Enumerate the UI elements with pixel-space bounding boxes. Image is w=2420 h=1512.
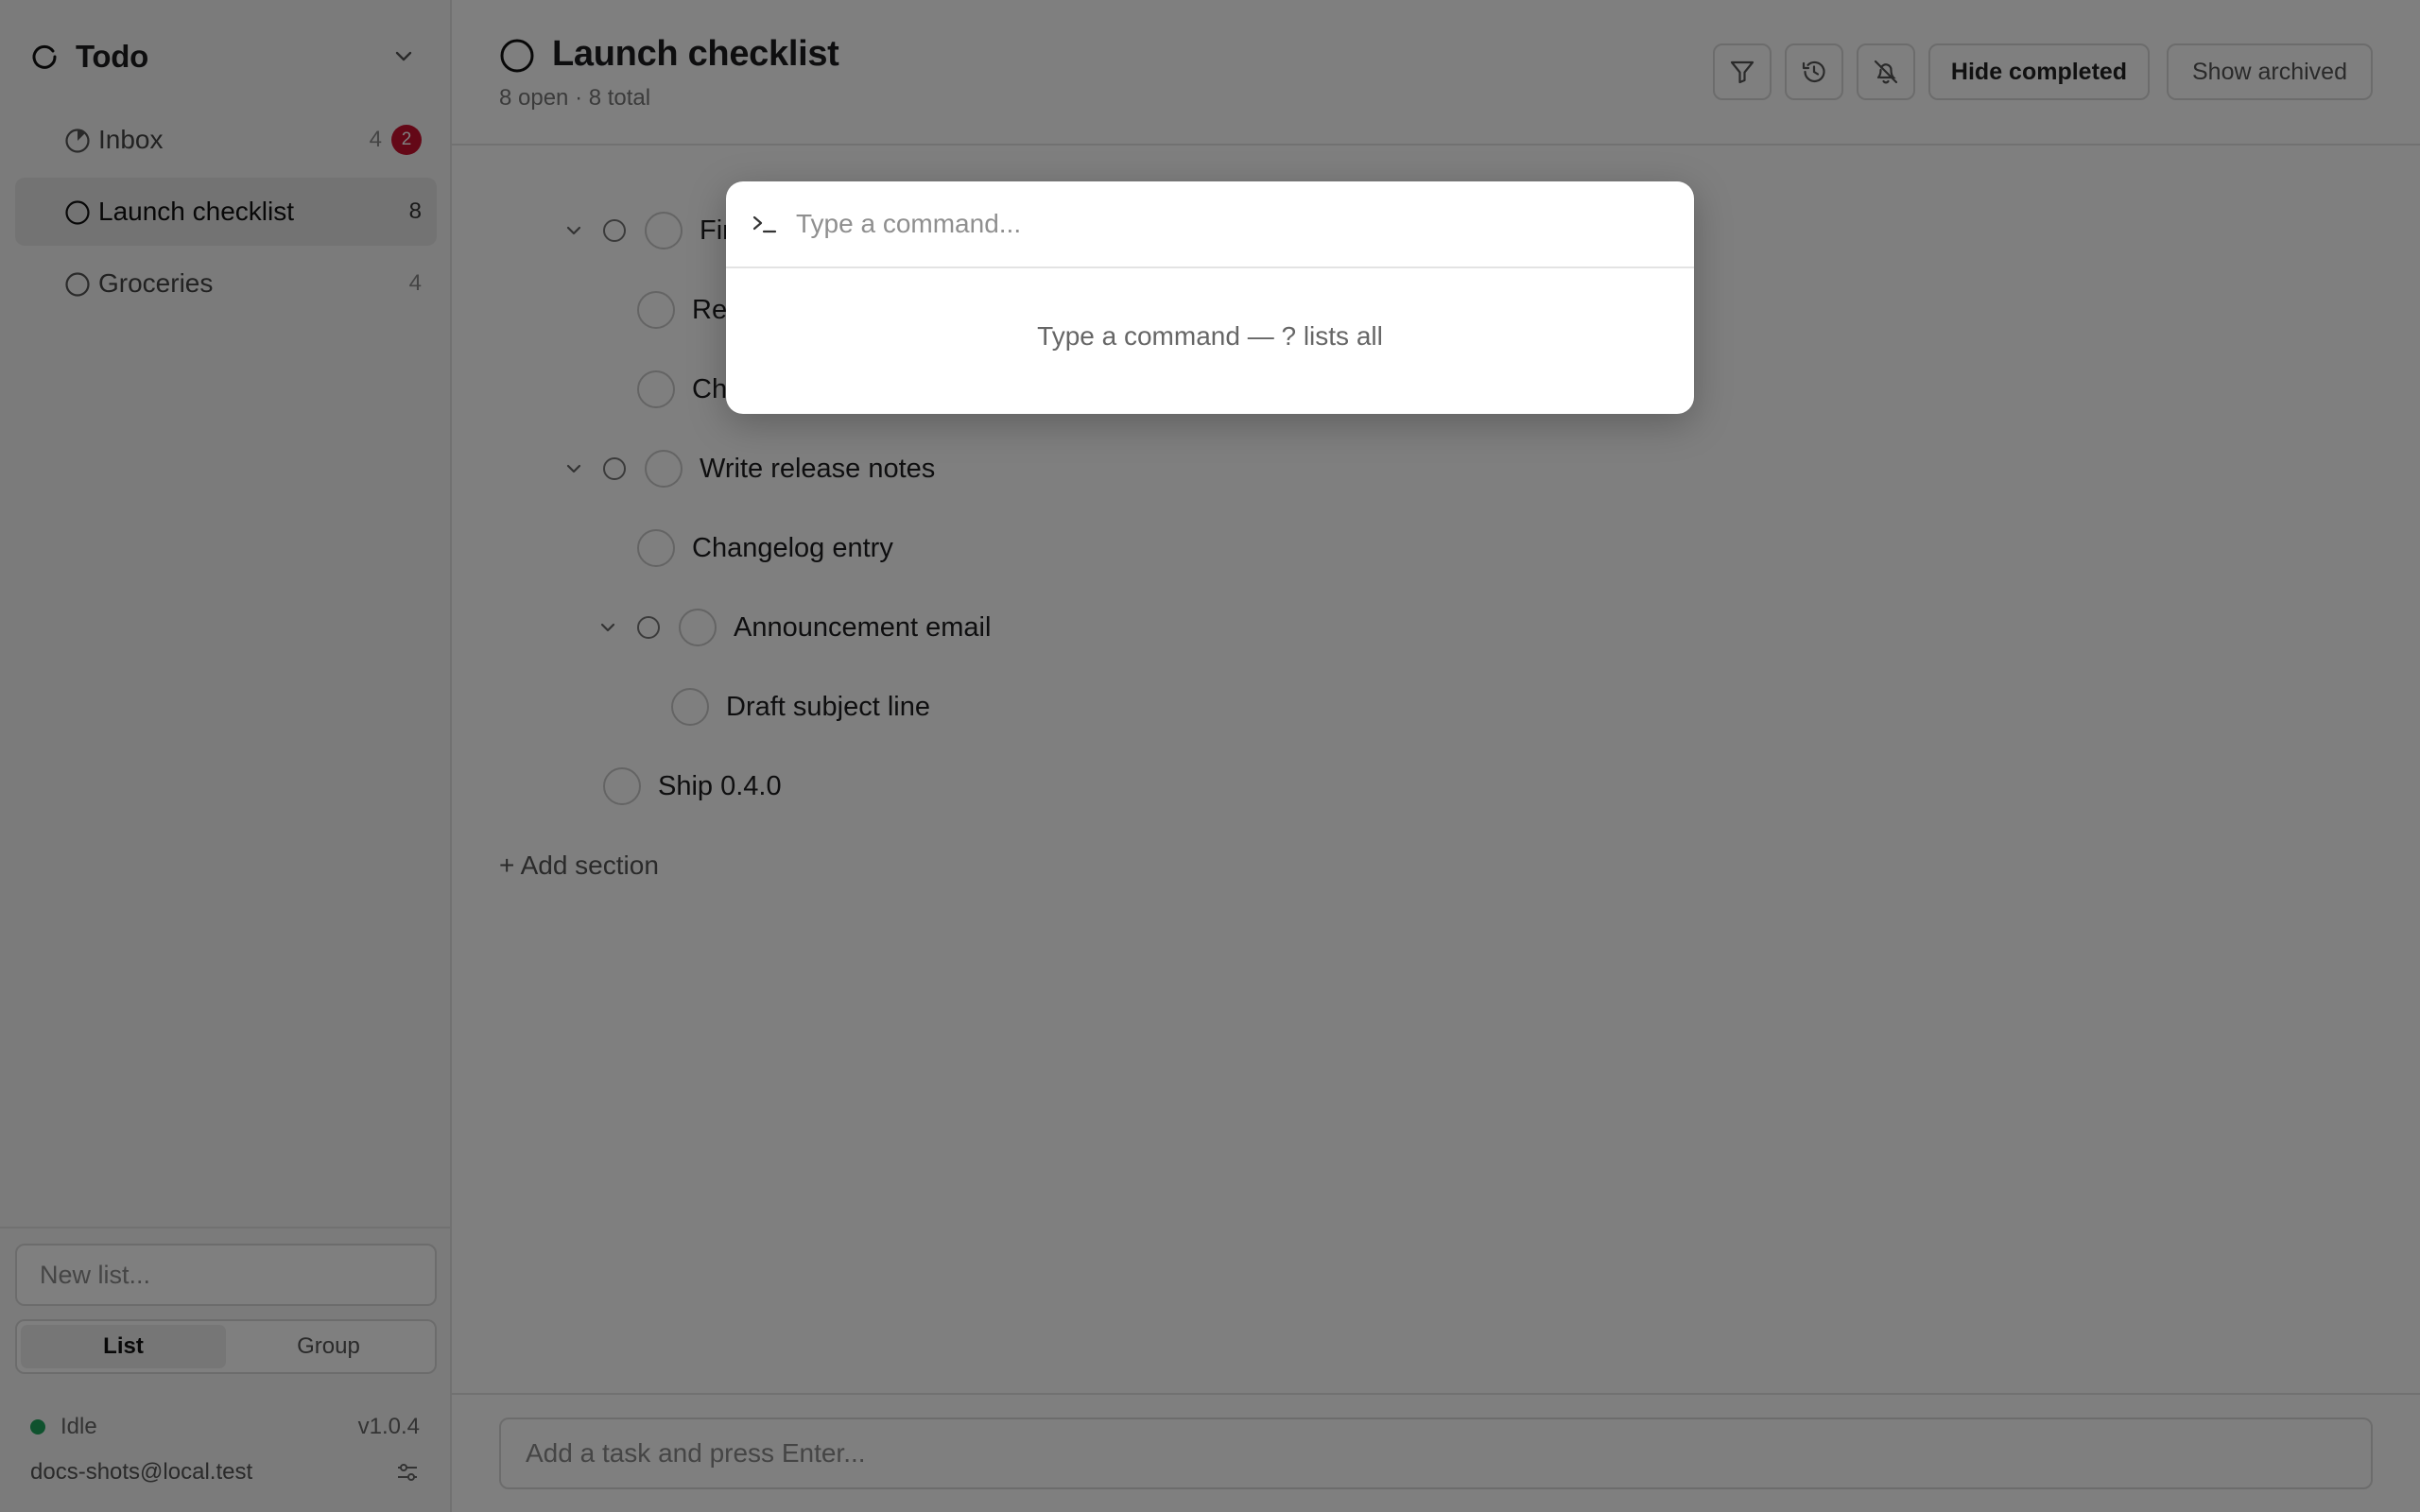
terminal-prompt-icon (752, 215, 777, 233)
command-palette-header (726, 181, 1694, 268)
command-hint: Type a command — ? lists all (1037, 321, 1383, 351)
command-palette: Type a command — ? lists all (726, 181, 1694, 414)
command-input[interactable] (796, 209, 1669, 239)
